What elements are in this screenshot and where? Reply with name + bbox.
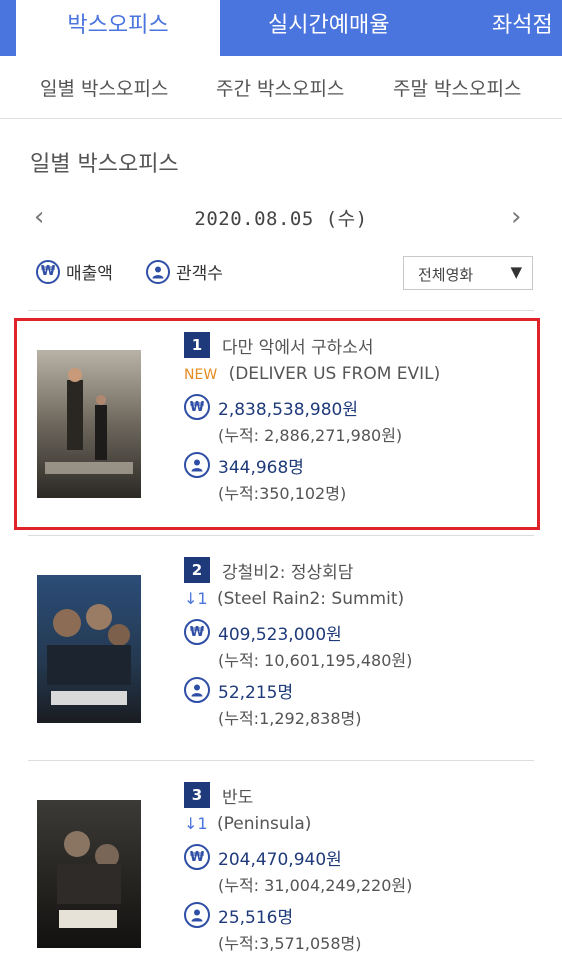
cumulative-sales: (누적: 10,601,195,480원) xyxy=(218,651,413,670)
subtab-weekly[interactable]: 주간 박스오피스 xyxy=(216,74,344,101)
sub-tab-bar: 일별 박스오피스 주간 박스오피스 주말 박스오피스 xyxy=(0,56,562,119)
sales-toggle[interactable]: ₩ 매출액 xyxy=(36,259,113,284)
cumulative-audience: (누적:1,292,838명) xyxy=(218,709,362,728)
person-icon xyxy=(146,259,170,284)
won-icon: ₩ xyxy=(184,844,210,870)
tab-seat-share[interactable]: 좌석점 xyxy=(492,0,553,56)
rank-change: ↓1 xyxy=(184,589,208,608)
highlight-box xyxy=(14,318,540,530)
daily-sales: 204,470,940원 xyxy=(218,849,342,870)
movie-title-en: (Peninsula) xyxy=(217,814,312,834)
movie-title-en: (Steel Rain2: Summit) xyxy=(217,589,405,609)
movie-filter-select[interactable]: 전체영화 ▼ xyxy=(403,256,533,290)
caret-down-icon: ▼ xyxy=(510,263,522,281)
cumulative-sales: (누적: 31,004,249,220원) xyxy=(218,876,413,895)
movie-item[interactable]: 3 반도 ↓1 (Peninsula) ₩ 204,470,940원 (누적: … xyxy=(0,770,562,980)
audience-toggle-label: 관객수 xyxy=(176,264,223,284)
daily-audience: 52,215명 xyxy=(218,682,294,703)
rank-badge: 3 xyxy=(184,782,210,808)
movie-poster xyxy=(37,800,141,948)
movie-info: 3 반도 ↓1 (Peninsula) ₩ 204,470,940원 (누적: … xyxy=(184,782,412,954)
movie-info: 2 강철비2: 정상회담 ↓1 (Steel Rain2: Summit) ₩ … xyxy=(184,557,412,729)
won-icon: ₩ xyxy=(184,619,210,645)
rank-badge: 2 xyxy=(184,557,210,583)
date-label: 2020.08.05 (수) xyxy=(194,208,368,230)
daily-sales: 409,523,000원 xyxy=(218,624,342,645)
movie-poster xyxy=(37,575,141,723)
chevron-right-icon[interactable]: › xyxy=(511,202,521,232)
person-icon xyxy=(184,902,210,928)
subtab-daily[interactable]: 일별 박스오피스 xyxy=(40,74,168,101)
rank-change: ↓1 xyxy=(184,814,208,833)
movie-title-ko: 반도 xyxy=(222,787,254,808)
movie-filter-value: 전체영화 xyxy=(418,266,474,284)
tab-box-office[interactable]: 박스오피스 xyxy=(16,0,220,56)
movie-title-ko: 강철비2: 정상회담 xyxy=(222,562,354,583)
section-title: 일별 박스오피스 xyxy=(30,152,179,177)
daily-audience: 25,516명 xyxy=(218,907,294,928)
divider xyxy=(28,535,534,536)
date-navigation: ‹ 2020.08.05 (수) › xyxy=(0,198,562,238)
tab-realtime-reservation[interactable]: 실시간예매율 xyxy=(268,0,389,56)
cumulative-audience: (누적:3,571,058명) xyxy=(218,934,362,953)
subtab-weekend[interactable]: 주말 박스오피스 xyxy=(393,74,521,101)
top-tab-bar: 박스오피스 실시간예매율 좌석점 xyxy=(0,0,562,56)
won-icon: ₩ xyxy=(36,259,60,284)
divider xyxy=(28,310,534,311)
audience-toggle[interactable]: 관객수 xyxy=(146,259,223,284)
divider xyxy=(28,760,534,761)
movie-item[interactable]: 2 강철비2: 정상회담 ↓1 (Steel Rain2: Summit) ₩ … xyxy=(0,545,562,755)
person-icon xyxy=(184,677,210,703)
sales-toggle-label: 매출액 xyxy=(66,264,113,284)
